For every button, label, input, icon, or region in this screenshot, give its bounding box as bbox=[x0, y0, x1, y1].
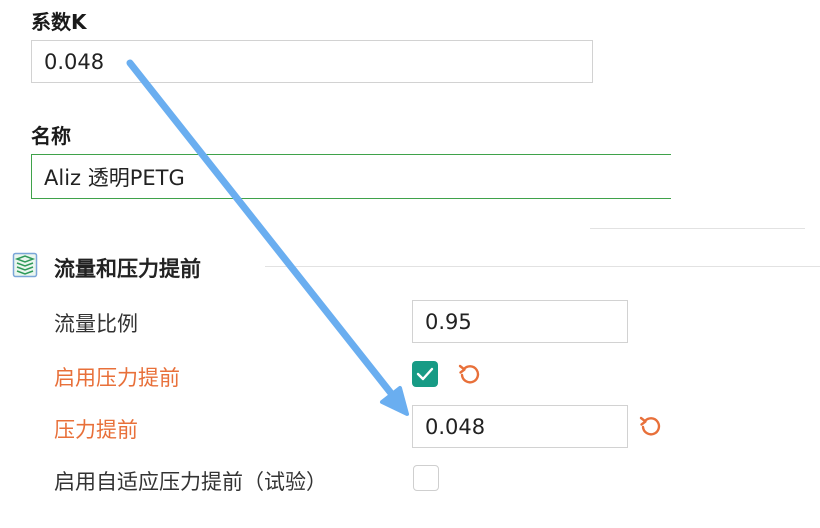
annotation-arrow bbox=[126, 59, 409, 416]
